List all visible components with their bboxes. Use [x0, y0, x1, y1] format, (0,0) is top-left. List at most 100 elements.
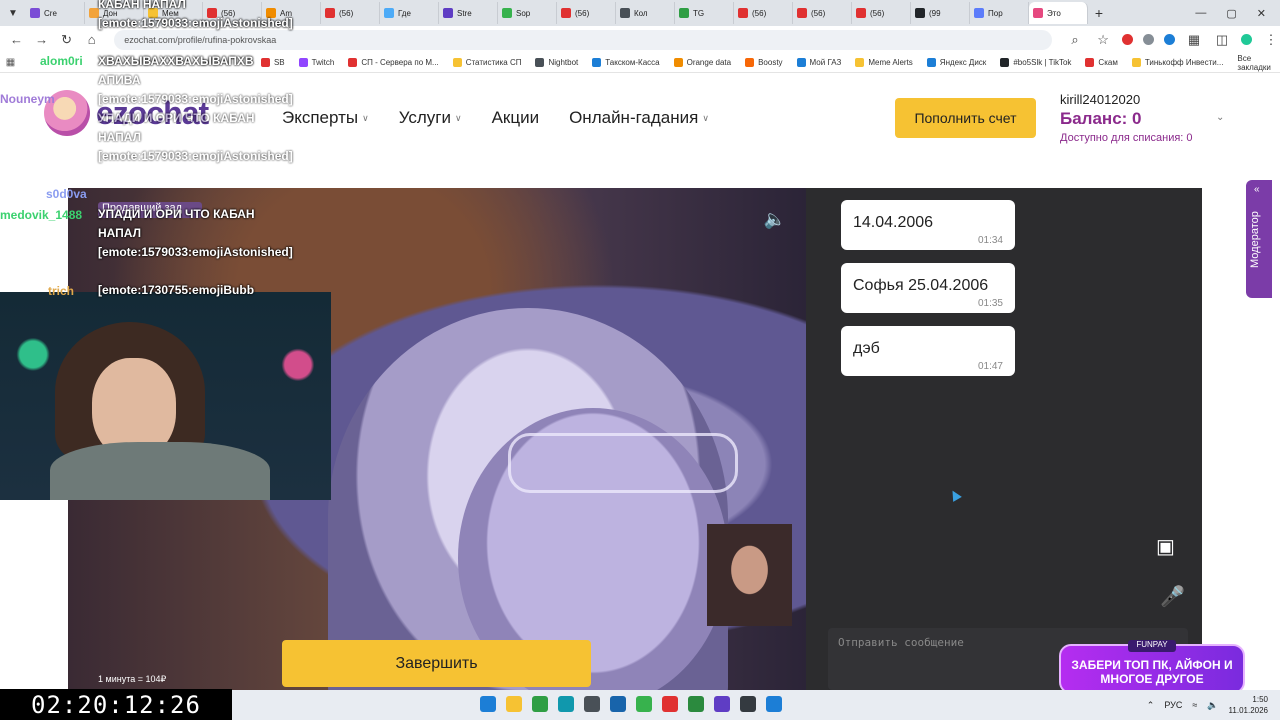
maximize-icon[interactable]: ▢ [1226, 7, 1236, 20]
bookmark-item[interactable]: Статистика СП [452, 58, 521, 67]
chevron-down-icon[interactable]: ⌄ [1216, 112, 1224, 123]
browser-tab[interactable]: (56) [321, 2, 380, 24]
profile-avatar-icon[interactable] [1241, 34, 1253, 45]
tab-favicon-icon [797, 8, 807, 18]
speaker-icon[interactable]: 🔈 [1207, 700, 1218, 711]
browser-tab[interactable]: Пор [970, 2, 1029, 24]
chrome-alt-icon[interactable] [662, 696, 678, 712]
bookmark-item[interactable]: #bo5Slk | TikTok [1000, 58, 1071, 67]
user-account[interactable]: kirill24012020 Баланс: 0 Доступно для сп… [1060, 92, 1193, 144]
bookmark-item[interactable]: Meme Alerts [855, 58, 913, 67]
balance: Баланс: 0 [1060, 109, 1142, 128]
obs-icon[interactable] [584, 696, 600, 712]
browser-tab[interactable]: Am [262, 2, 321, 24]
nav-item[interactable]: Онлайн-гадания ∨ [569, 108, 709, 128]
bookmark-label: Мой ГАЗ [809, 58, 842, 67]
bookmark-label: Boosty [758, 58, 783, 67]
site-header: ezochat Эксперты ∨ Услуги ∨ Акции Онлайн-гада… [0, 74, 1280, 160]
site-logo[interactable]: ezochat [44, 90, 209, 136]
streamer-body [50, 442, 270, 500]
bookmark-item[interactable]: Мой ГАЗ [796, 58, 842, 67]
home-icon[interactable]: ⌂ [83, 31, 100, 49]
file-explorer-icon[interactable] [506, 696, 522, 712]
volume-icon[interactable]: 🔈 [762, 206, 788, 232]
app-icon[interactable] [740, 696, 756, 712]
close-icon[interactable]: ✕ [1257, 7, 1266, 20]
microphone-icon[interactable]: 🎤 [1160, 584, 1185, 609]
browser-tab[interactable]: (56) [793, 2, 852, 24]
browser-tab[interactable]: Кол [616, 2, 675, 24]
minimize-icon[interactable]: — [1195, 7, 1206, 20]
video-subject-glasses [508, 433, 738, 493]
bookmark-item[interactable]: Boosty [745, 58, 783, 67]
chevron-up-icon[interactable]: ⌃ [1147, 700, 1155, 711]
wifi-icon[interactable]: ≈ [1192, 700, 1197, 710]
nav-item-label: Услуги [398, 108, 451, 127]
app-icon[interactable] [558, 696, 574, 712]
self-view-video[interactable] [707, 524, 792, 626]
bookmark-item[interactable]: Яндекс Диск [926, 58, 986, 67]
extensions-puzzle-icon[interactable]: ▦ [1185, 31, 1203, 49]
apps-grid-icon[interactable]: ▦ [0, 57, 21, 68]
sidebar-icon[interactable]: ◫ [1213, 31, 1231, 49]
topup-button[interactable]: Пополнить счет [895, 98, 1036, 138]
bookmark-label: Nightbot [548, 58, 579, 67]
browser-tab[interactable]: (56) [557, 2, 616, 24]
browser-tab[interactable]: Дон [85, 2, 144, 24]
bookmark-item[interactable]: Такском-Касса [592, 58, 660, 67]
bookmark-item[interactable]: Тинькофф Инвести... [1131, 58, 1223, 67]
bookmark-item[interactable]: Orange data [673, 58, 731, 67]
browser-tab[interactable]: Sop [498, 2, 557, 24]
browser-tab[interactable]: (56) [734, 2, 793, 24]
zoom-icon[interactable]: ⌕ [1066, 31, 1084, 49]
forward-icon[interactable]: → [33, 31, 50, 49]
remote-desktop-icon[interactable] [766, 696, 782, 712]
system-tray: ⌃ РУС ≈ 🔈 1:50 11.01.2026 [1147, 694, 1268, 716]
nav-item[interactable]: Акции [492, 108, 540, 128]
bookmarks-bar: ▦ SB Twitch СП - Сервера по М... Статистика… [0, 53, 1280, 73]
tab-favicon-icon [325, 8, 335, 18]
tab-favicon-icon [207, 8, 217, 18]
bookmark-item[interactable]: СП - Сервера по М... [348, 58, 439, 67]
bookmark-item[interactable]: Twitch [298, 58, 335, 67]
browser-tab[interactable]: TG [675, 2, 734, 24]
bookmark-label: Twitch [311, 58, 335, 67]
browser-tab[interactable]: Где [380, 2, 439, 24]
browser-tab[interactable]: Это [1029, 2, 1088, 24]
tab-search-chevron-icon[interactable]: ▼ [0, 0, 26, 26]
browser-tab[interactable]: (56) [852, 2, 911, 24]
end-call-button[interactable]: Завершить [282, 640, 591, 687]
bookmark-item[interactable]: Скам [1085, 58, 1118, 67]
extension-icon[interactable] [1164, 34, 1176, 45]
chrome-icon[interactable] [532, 696, 548, 712]
bookmark-item[interactable]: SB [260, 58, 285, 67]
language-indicator[interactable]: РУС [1164, 700, 1182, 710]
start-icon[interactable] [480, 696, 496, 712]
nav-item[interactable]: Эксперты ∨ [282, 108, 369, 128]
clock[interactable]: 1:50 11.01.2026 [1229, 694, 1268, 716]
menu-kebab-icon[interactable]: ⋮ [1262, 31, 1280, 49]
steam-icon[interactable] [610, 696, 626, 712]
browser-tab[interactable]: Cre [26, 2, 85, 24]
browser-tab[interactable]: Stre [439, 2, 498, 24]
minecraft-icon[interactable] [636, 696, 652, 712]
browser-tab[interactable]: (56) [203, 2, 262, 24]
video-camera-icon[interactable]: ▣ [1156, 534, 1175, 559]
reload-icon[interactable]: ↻ [58, 31, 75, 49]
tab-label: Stre [457, 8, 472, 18]
extension-icon[interactable] [1143, 34, 1155, 45]
browser-tab[interactable]: (99 [911, 2, 970, 24]
excel-icon[interactable] [688, 696, 704, 712]
browser-tab[interactable]: Мем [144, 2, 203, 24]
bookmark-item[interactable]: Nightbot [535, 58, 578, 67]
new-tab-button[interactable]: + [1088, 5, 1110, 21]
discord-icon[interactable] [714, 696, 730, 712]
nav-item[interactable]: Услуги ∨ [399, 108, 462, 128]
bookmark-star-icon[interactable]: ☆ [1094, 31, 1112, 49]
all-bookmarks-link[interactable]: Все закладки [1237, 54, 1280, 72]
back-icon[interactable]: ← [8, 31, 25, 49]
tab-label: Это [1047, 8, 1061, 18]
moderator-tab[interactable]: « Модератор [1246, 180, 1272, 298]
extension-icon[interactable] [1122, 34, 1134, 45]
address-bar[interactable]: ezochat.com/profile/rufina-pokrovskaa [114, 29, 1053, 50]
